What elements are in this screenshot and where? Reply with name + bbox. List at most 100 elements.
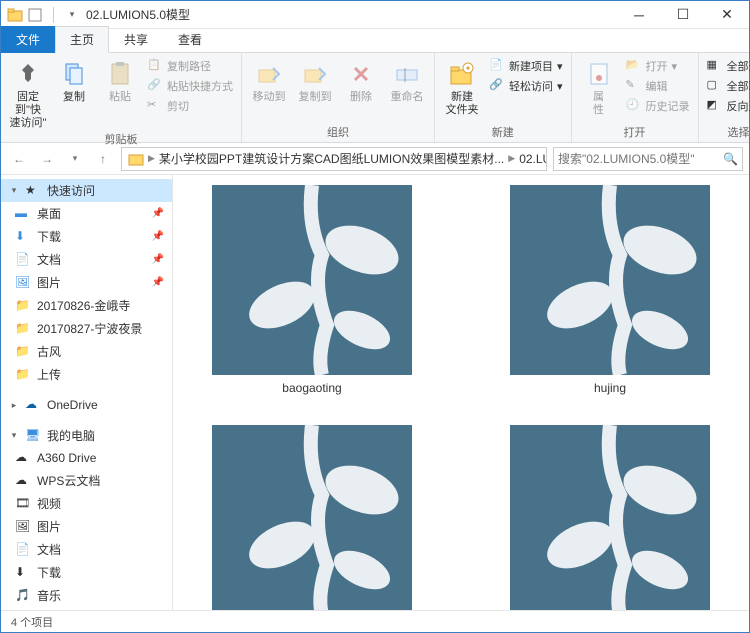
search-input[interactable] — [558, 152, 723, 166]
sidebar-folder4[interactable]: 📁上传 — [1, 363, 172, 386]
picture-icon: 🖼 — [15, 275, 31, 291]
cut-icon: ✂ — [147, 98, 163, 114]
copyto-button[interactable]: 复制到 — [294, 55, 336, 104]
breadcrumb-seg1[interactable]: 某小学校园PPT建筑设计方案CAD图纸LUMION效果图模型素材... — [157, 150, 506, 167]
sidebar-onedrive[interactable]: ▸☁OneDrive — [1, 394, 172, 416]
document-icon: 📄 — [15, 542, 31, 558]
pin-icon — [13, 59, 43, 89]
sidebar-folder1[interactable]: 📁20170826-金峨寺 — [1, 294, 172, 317]
history-icon: 🕘 — [626, 98, 642, 114]
pin-icon: 📌 — [152, 277, 164, 288]
sidebar-pictures[interactable]: 🖼图片📌 — [1, 271, 172, 294]
qat-dropdown-icon[interactable]: ▾ — [64, 7, 80, 23]
paste-button[interactable]: 粘贴 — [99, 55, 141, 104]
nav-forward-button[interactable]: → — [35, 147, 59, 171]
rename-button[interactable]: 重命名 — [386, 55, 428, 104]
picture-icon: 🖼 — [15, 519, 31, 535]
pin-quickaccess-button[interactable]: 固定到"快 速访问" — [7, 55, 49, 131]
status-count: 4 个项目 — [11, 614, 53, 630]
sidebar-folder3[interactable]: 📁古风 — [1, 340, 172, 363]
path-icon: 📋 — [147, 58, 163, 74]
cut-button[interactable]: ✂剪切 — [145, 97, 235, 115]
selectall-button[interactable]: ▦全部选择 — [705, 57, 750, 75]
search-icon[interactable]: 🔍 — [723, 152, 738, 166]
paste-shortcut-button[interactable]: 🔗粘贴快捷方式 — [145, 77, 235, 95]
easyaccess-button[interactable]: 🔗轻松访问 ▾ — [487, 77, 565, 95]
folder-item[interactable]: tushuguan — [212, 425, 412, 610]
edit-button[interactable]: ✎编辑 — [624, 77, 692, 95]
sidebar-thispc[interactable]: ▾🖥我的电脑 — [1, 424, 172, 447]
sidebar-downloads[interactable]: ⬇下载📌 — [1, 225, 172, 248]
folder-icon: 📁 — [15, 344, 31, 360]
breadcrumb-root[interactable] — [126, 151, 146, 167]
paste-icon — [105, 59, 135, 89]
folder-icon — [7, 7, 23, 23]
sidebar-quick-access[interactable]: ▾★快速访问 — [1, 179, 172, 202]
folder-icon: 📁 — [15, 298, 31, 314]
properties-icon — [584, 59, 614, 89]
breadcrumb[interactable]: ▶ 某小学校园PPT建筑设计方案CAD图纸LUMION效果图模型素材... ▶ … — [121, 147, 547, 171]
sidebar: ▾★快速访问 ▬桌面📌 ⬇下载📌 📄文档📌 🖼图片📌 📁20170826-金峨寺… — [1, 175, 173, 610]
chevron-right-icon[interactable]: ▶ — [506, 153, 517, 164]
tab-view[interactable]: 查看 — [163, 26, 217, 53]
download-icon: ⬇ — [15, 229, 31, 245]
open-button[interactable]: 📂打开 ▾ — [624, 57, 692, 75]
close-button[interactable]: ✕ — [705, 1, 749, 29]
moveto-icon — [254, 59, 284, 89]
content-pane[interactable]: baogaoting hujing tushuguan yundonghui — [173, 175, 749, 610]
sidebar-a360[interactable]: ☁A360 Drive — [1, 447, 172, 469]
download-icon: ⬇ — [15, 565, 31, 581]
pin-icon: 📌 — [152, 231, 164, 242]
copy-button[interactable]: 复制 — [53, 55, 95, 104]
chevron-right-icon[interactable]: ▶ — [146, 153, 157, 164]
newitem-icon: 📄 — [489, 58, 505, 74]
folder-thumbnail — [510, 425, 710, 610]
sidebar-downloads2[interactable]: ⬇下载 — [1, 561, 172, 584]
folder-item[interactable]: baogaoting — [212, 185, 412, 395]
sidebar-videos[interactable]: 🎞视频 — [1, 492, 172, 515]
easyaccess-icon: 🔗 — [489, 78, 505, 94]
properties-button[interactable]: 属 性 — [578, 55, 620, 117]
selectall-icon: ▦ — [707, 58, 723, 74]
sidebar-folder2[interactable]: 📁20170827-宁波夜景 — [1, 317, 172, 340]
statusbar: 4 个项目 — [1, 610, 749, 632]
pc-icon: 🖥 — [25, 428, 41, 444]
tab-share[interactable]: 共享 — [109, 26, 163, 53]
sidebar-wps[interactable]: ☁WPS云文档 — [1, 469, 172, 492]
sidebar-music[interactable]: 🎵音乐 — [1, 584, 172, 607]
pin-icon: 📌 — [152, 254, 164, 265]
folder-thumbnail — [212, 185, 412, 375]
open-icon: 📂 — [626, 58, 642, 74]
moveto-button[interactable]: 移动到 — [248, 55, 290, 104]
tab-file[interactable]: 文件 — [1, 26, 55, 53]
invertsel-button[interactable]: ◩反向选择 — [705, 97, 750, 115]
newfolder-button[interactable]: ✦ 新建 文件夹 — [441, 55, 483, 117]
cloud-icon: ☁ — [15, 473, 31, 489]
maximize-button[interactable]: ☐ — [661, 1, 705, 29]
sidebar-desktop2[interactable]: ▬桌面 — [1, 607, 172, 610]
folder-label: hujing — [594, 381, 626, 395]
sidebar-desktop[interactable]: ▬桌面📌 — [1, 202, 172, 225]
selectnone-button[interactable]: ▢全部取消 — [705, 77, 750, 95]
folder-item[interactable]: hujing — [510, 185, 710, 395]
window-title: 02.LUMION5.0模型 — [86, 6, 190, 23]
nav-back-button[interactable]: ← — [7, 147, 31, 171]
tab-home[interactable]: 主页 — [55, 26, 109, 53]
minimize-button[interactable]: ─ — [617, 1, 661, 29]
breadcrumb-seg2[interactable]: 02.LUMION5.0模型 — [517, 150, 547, 167]
nav-up-button[interactable]: ↑ — [91, 147, 115, 171]
sidebar-documents2[interactable]: 📄文档 — [1, 538, 172, 561]
sidebar-documents[interactable]: 📄文档📌 — [1, 248, 172, 271]
qat-props-icon[interactable] — [27, 7, 43, 23]
history-button[interactable]: 🕘历史记录 — [624, 97, 692, 115]
items-grid: baogaoting hujing tushuguan yundonghui — [193, 185, 729, 610]
copy-path-button[interactable]: 📋复制路径 — [145, 57, 235, 75]
delete-button[interactable]: 删除 — [340, 55, 382, 104]
copyto-icon — [300, 59, 330, 89]
sidebar-pictures2[interactable]: 🖼图片 — [1, 515, 172, 538]
search-box[interactable]: 🔍 — [553, 147, 743, 171]
nav-recent-button[interactable]: ▾ — [63, 147, 87, 171]
folder-item[interactable]: yundonghui — [510, 425, 710, 610]
copy-icon — [59, 59, 89, 89]
newitem-button[interactable]: 📄新建项目 ▾ — [487, 57, 565, 75]
